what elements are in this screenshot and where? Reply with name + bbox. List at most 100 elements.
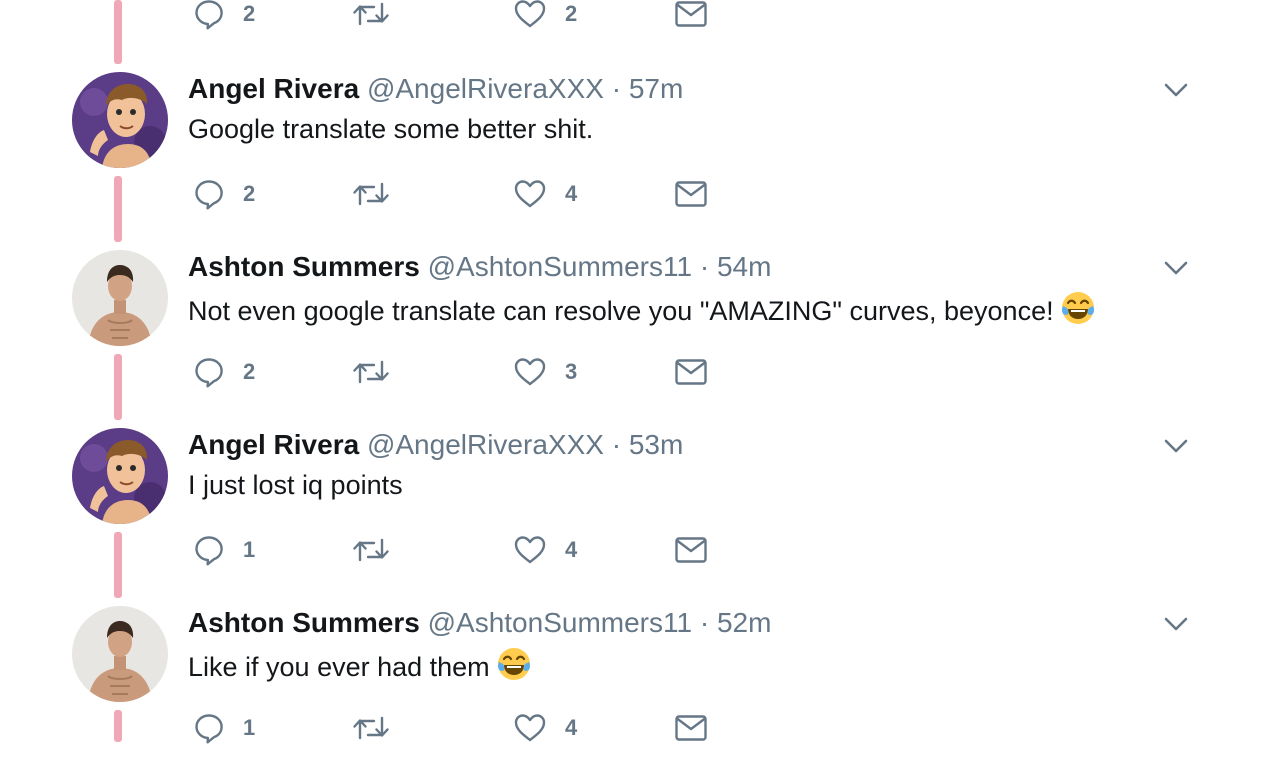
retweet-button[interactable]: [352, 354, 390, 390]
chevron-down-icon[interactable]: [1162, 436, 1190, 456]
separator-dot: ·: [611, 73, 622, 104]
photo-avatar-icon: [72, 250, 168, 346]
tweet-actions: 2 4: [0, 176, 800, 212]
user-handle[interactable]: @AngelRiveraXXX: [367, 429, 604, 460]
tweet-header: Ashton Summers @AshtonSummers11 · 54m: [188, 250, 771, 284]
heart-icon: [514, 714, 546, 742]
timestamp[interactable]: 53m: [629, 429, 683, 460]
avatar[interactable]: [72, 250, 168, 346]
tweet-actions: 1 4: [0, 710, 800, 746]
reply-button[interactable]: 2: [193, 0, 255, 32]
retweet-icon: [353, 2, 389, 26]
chevron-down-icon[interactable]: [1162, 258, 1190, 278]
message-button[interactable]: [674, 532, 708, 568]
tweet-text-content: Like if you ever had them: [188, 652, 490, 682]
display-name[interactable]: Angel Rivera: [188, 73, 359, 104]
reply-icon: [195, 714, 223, 744]
tweet-actions: 1 4: [0, 532, 800, 568]
display-name[interactable]: Ashton Summers: [188, 251, 420, 282]
retweet-icon: [353, 716, 389, 740]
timestamp[interactable]: 54m: [717, 251, 771, 282]
like-button[interactable]: 4: [513, 532, 577, 568]
like-button[interactable]: 3: [513, 354, 577, 390]
user-handle[interactable]: @AshtonSummers11: [428, 607, 692, 638]
reply-button[interactable]: 2: [193, 176, 255, 212]
reply-icon: [195, 536, 223, 566]
like-button[interactable]: 4: [513, 710, 577, 746]
message-button[interactable]: [674, 176, 708, 212]
envelope-icon: [675, 1, 707, 27]
heart-icon: [514, 0, 546, 28]
tweet-header: Ashton Summers @AshtonSummers11 · 52m: [188, 606, 771, 640]
tweet-text: I just lost iq points: [188, 468, 403, 502]
like-button[interactable]: 2: [513, 0, 577, 32]
message-button[interactable]: [674, 0, 708, 32]
timestamp[interactable]: 57m: [629, 73, 683, 104]
chevron-down-icon[interactable]: [1162, 80, 1190, 100]
avatar[interactable]: [72, 428, 168, 524]
like-button[interactable]: 4: [513, 176, 577, 212]
separator-dot: ·: [699, 607, 710, 638]
separator-dot: ·: [611, 429, 622, 460]
like-count: 4: [565, 715, 578, 740]
heart-icon: [514, 358, 546, 386]
reply-button[interactable]: 1: [193, 710, 255, 746]
chevron-down-icon[interactable]: [1162, 614, 1190, 634]
tweet-header: Angel Rivera @AngelRiveraXXX · 53m: [188, 428, 683, 462]
retweet-button[interactable]: [352, 710, 390, 746]
envelope-icon: [675, 537, 707, 563]
timestamp[interactable]: 52m: [717, 607, 771, 638]
like-count: 3: [565, 359, 578, 384]
face-with-tears-of-joy-icon: [1061, 292, 1094, 324]
reply-icon: [195, 358, 223, 388]
heart-icon: [514, 180, 546, 208]
like-count: 2: [565, 1, 578, 26]
reply-count: 2: [243, 1, 256, 26]
envelope-icon: [675, 359, 707, 385]
avatar[interactable]: [72, 72, 168, 168]
avatar[interactable]: [72, 606, 168, 702]
reply-count: 2: [243, 359, 256, 384]
message-button[interactable]: [674, 710, 708, 746]
tweet-actions: 2 2: [0, 0, 800, 32]
retweet-icon: [353, 538, 389, 562]
tweet: Angel Rivera @AngelRiveraXXX · 53m I jus…: [0, 428, 1268, 606]
tweet-text-content: Not even google translate can resolve yo…: [188, 296, 1054, 326]
heart-icon: [514, 536, 546, 564]
user-handle[interactable]: @AshtonSummers11: [428, 251, 692, 282]
reply-button[interactable]: 1: [193, 532, 255, 568]
reply-icon: [195, 0, 223, 30]
cartoon-avatar-icon: [72, 428, 168, 524]
tweet-header: Angel Rivera @AngelRiveraXXX · 57m: [188, 72, 683, 106]
tweet-text: Not even google translate can resolve yo…: [188, 290, 1096, 328]
message-button[interactable]: [674, 354, 708, 390]
envelope-icon: [675, 715, 707, 741]
retweet-button[interactable]: [352, 532, 390, 568]
retweet-icon: [353, 182, 389, 206]
separator-dot: ·: [699, 251, 710, 282]
cartoon-avatar-icon: [72, 72, 168, 168]
face-with-tears-of-joy-icon: [497, 648, 530, 680]
display-name[interactable]: Ashton Summers: [188, 607, 420, 638]
reply-button[interactable]: 2: [193, 354, 255, 390]
like-count: 4: [565, 537, 578, 562]
like-count: 4: [565, 181, 578, 206]
reply-count: 1: [243, 537, 256, 562]
tweet-text: Google translate some better shit.: [188, 112, 593, 146]
tweet: Ashton Summers @AshtonSummers11 · 52m Li…: [0, 606, 1268, 784]
tweet-text-content: Google translate some better shit.: [188, 114, 594, 144]
retweet-button[interactable]: [352, 176, 390, 212]
retweet-icon: [353, 360, 389, 384]
user-handle[interactable]: @AngelRiveraXXX: [367, 73, 604, 104]
tweet-actions: 2 3: [0, 354, 800, 390]
display-name[interactable]: Angel Rivera: [188, 429, 359, 460]
retweet-button[interactable]: [352, 0, 390, 32]
photo-avatar-icon: [72, 606, 168, 702]
tweet: Ashton Summers @AshtonSummers11 · 54m No…: [0, 250, 1268, 428]
envelope-icon: [675, 181, 707, 207]
reply-icon: [195, 180, 223, 210]
reply-count: 1: [243, 715, 256, 740]
tweet-text-content: I just lost iq points: [188, 470, 403, 500]
reply-count: 2: [243, 181, 256, 206]
tweet: Angel Rivera @AngelRiveraXXX · 57m Googl…: [0, 72, 1268, 250]
